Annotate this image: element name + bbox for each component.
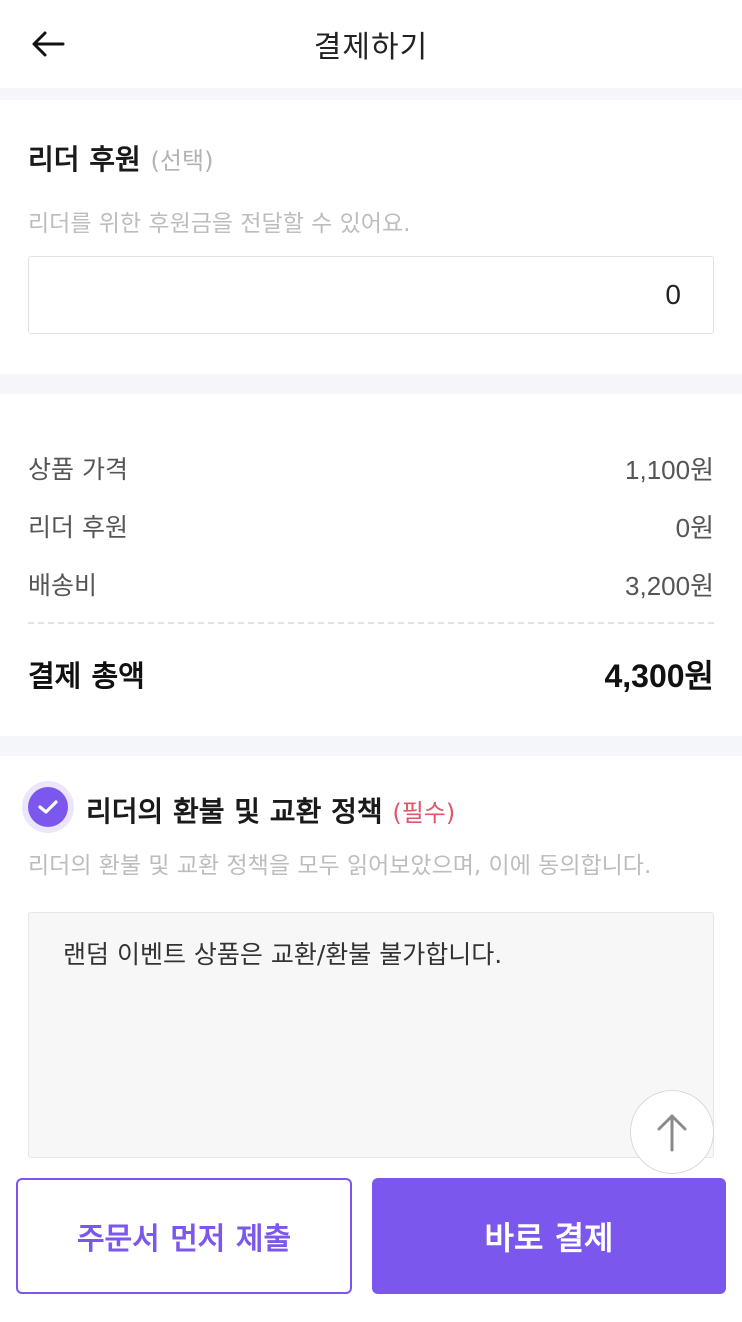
summary-row-product-price: 상품 가격 1,100원 — [28, 448, 714, 488]
policy-title: 리더의 환불 및 교환 정책 (필수) — [86, 790, 455, 830]
optional-tag: (선택) — [150, 147, 214, 175]
summary-label: 상품 가격 — [28, 455, 128, 484]
summary-row-sponsor: 리더 후원 0원 — [28, 506, 714, 546]
required-tag: (필수) — [392, 799, 456, 827]
policy-content-text: 랜덤 이벤트 상품은 교환/환불 불가합니다. — [63, 940, 503, 969]
page-title: 결제하기 — [313, 30, 429, 65]
sponsor-amount-input[interactable] — [28, 256, 714, 334]
section-divider — [0, 374, 742, 394]
total-row: 결제 총액 4,300원 — [28, 650, 714, 698]
total-label: 결제 총액 — [28, 659, 145, 693]
sponsor-title: 리더 후원 (선택) — [28, 138, 213, 178]
scroll-to-top-button[interactable] — [630, 1090, 714, 1174]
total-value: 4,300원 — [604, 658, 714, 694]
section-divider — [0, 88, 742, 100]
sponsor-title-text: 리더 후원 — [28, 143, 141, 176]
summary-value: 0원 — [675, 512, 714, 543]
pay-now-button[interactable]: 바로 결제 — [372, 1178, 726, 1294]
dashed-divider — [28, 622, 714, 624]
policy-title-text: 리더의 환불 및 교환 정책 — [86, 795, 383, 828]
policy-agree-checkbox[interactable] — [22, 781, 74, 833]
summary-label: 리더 후원 — [28, 513, 128, 542]
app-header: 결제하기 — [0, 0, 742, 88]
section-divider — [0, 736, 742, 756]
check-icon — [38, 800, 58, 814]
summary-row-shipping: 배송비 3,200원 — [28, 564, 714, 604]
summary-label: 배송비 — [28, 571, 98, 600]
arrow-up-icon — [657, 1114, 687, 1152]
policy-description: 리더의 환불 및 교환 정책을 모두 읽어보았으며, 이에 동의합니다. — [28, 853, 652, 879]
summary-value: 1,100원 — [625, 454, 714, 485]
sponsor-description: 리더를 위한 후원금을 전달할 수 있어요. — [28, 211, 411, 237]
submit-order-button[interactable]: 주문서 먼저 제출 — [16, 1178, 352, 1294]
summary-value: 3,200원 — [625, 570, 714, 601]
policy-content-box[interactable]: 랜덤 이벤트 상품은 교환/환불 불가합니다. — [28, 912, 714, 1158]
checkbox-checked-indicator — [28, 787, 68, 827]
